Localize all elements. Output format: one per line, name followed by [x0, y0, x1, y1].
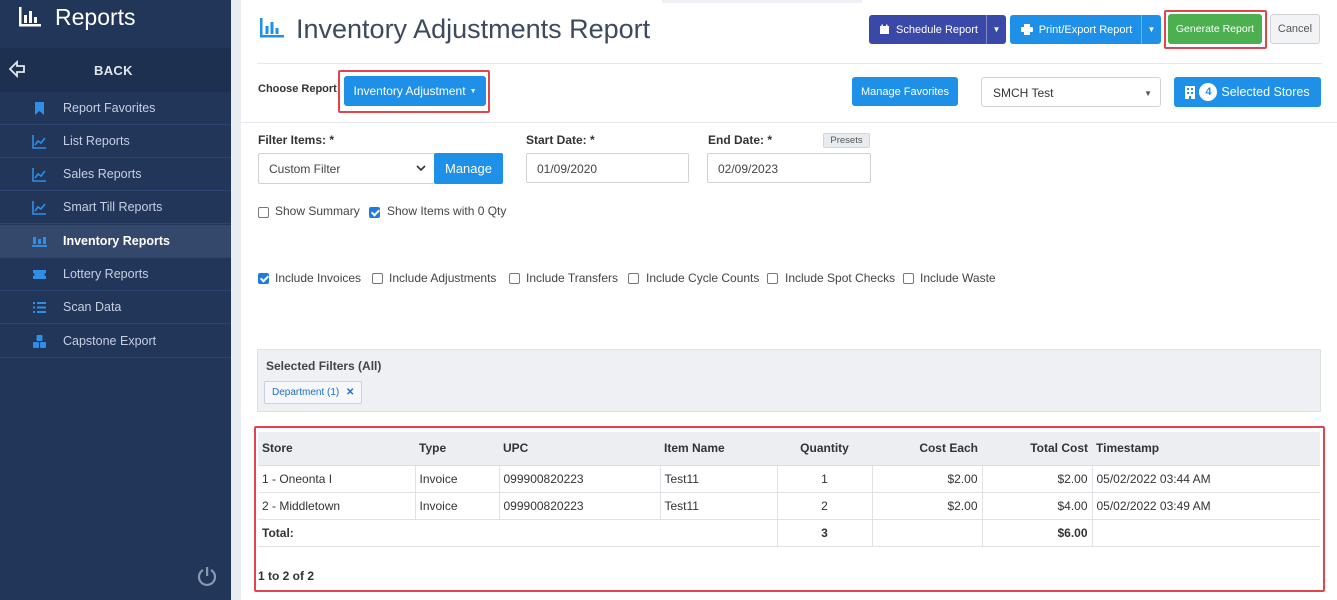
caret-down-icon: ▼ — [1144, 89, 1152, 98]
sidebar-edge — [231, 0, 241, 600]
start-date-input[interactable]: 01/09/2020 — [526, 153, 689, 183]
include-adjustments-checkbox[interactable] — [372, 273, 383, 284]
filter-items-label: Filter Items: * — [258, 133, 335, 147]
caret-down-icon: ▼ — [1147, 25, 1156, 34]
cubes-icon — [33, 335, 46, 348]
selected-filters-title: Selected Filters (All) — [266, 359, 382, 373]
power-icon[interactable] — [196, 565, 218, 587]
list-icon — [33, 302, 46, 313]
bar-chart-icon — [260, 18, 284, 38]
include-cycle-counts-checkbox[interactable] — [628, 273, 639, 284]
sidebar-item-inventory-reports[interactable]: Inventory Reports — [0, 225, 231, 258]
line-chart-icon — [32, 168, 46, 182]
filter-items-value: Custom Filter — [269, 162, 341, 176]
close-icon[interactable]: ✕ — [346, 387, 354, 398]
filter-chip-department[interactable]: Department (1) ✕ — [264, 381, 363, 404]
cancel-button[interactable]: Cancel — [1270, 14, 1320, 44]
show-summary-label: Show Summary — [275, 204, 360, 218]
highlight-results — [254, 426, 1325, 592]
selected-stores-label: Selected Stores — [1221, 85, 1310, 99]
divider — [241, 122, 1337, 123]
print-caret-button[interactable]: ▼ — [1141, 15, 1161, 44]
sidebar-item-sales-reports[interactable]: Sales Reports — [0, 158, 231, 191]
sidebar-header: Reports — [0, 0, 231, 48]
sidebar-title: Reports — [55, 4, 136, 30]
highlight-generate — [1164, 10, 1267, 49]
start-date-label: Start Date: * — [526, 133, 595, 147]
caret-down-icon: ▼ — [992, 25, 1001, 34]
include-transfers-checkbox[interactable] — [509, 273, 520, 284]
highlight-choose-report — [338, 70, 490, 113]
include-waste-label: Include Waste — [920, 271, 996, 285]
include-spot-checks-label: Include Spot Checks — [785, 271, 896, 285]
sidebar: Reports BACK Report Favorites List Repor… — [0, 0, 231, 600]
include-spot-checks-checkbox[interactable] — [767, 273, 778, 284]
selected-filters-panel: Selected Filters (All) Department (1) ✕ — [257, 349, 1321, 412]
line-chart-icon — [32, 135, 46, 149]
filter-items-select[interactable]: Custom Filter — [258, 153, 435, 184]
printer-icon — [1020, 24, 1033, 35]
show-zero-qty-checkbox[interactable] — [369, 207, 380, 218]
include-invoices-label: Include Invoices — [275, 271, 362, 285]
end-date-input[interactable]: 02/09/2023 — [707, 153, 871, 183]
store-select[interactable]: SMCH Test ▼ — [981, 77, 1161, 107]
arrow-left-icon — [8, 60, 25, 78]
sidebar-item-label: Inventory Reports — [63, 234, 170, 248]
bookmark-icon — [35, 102, 44, 115]
filter-chip-label: Department (1) — [272, 387, 340, 398]
sidebar-item-lottery-reports[interactable]: Lottery Reports — [0, 258, 231, 291]
include-adjustments-label: Include Adjustments — [389, 271, 497, 285]
sidebar-item-label: List Reports — [63, 134, 130, 148]
store-select-value: SMCH Test — [993, 86, 1054, 100]
back-button[interactable]: BACK — [0, 48, 231, 92]
include-cycle-counts-label: Include Cycle Counts — [646, 271, 760, 285]
pallet-icon — [32, 237, 47, 247]
schedule-report-button[interactable]: Schedule Report ▼ — [869, 15, 1006, 44]
include-waste-checkbox[interactable] — [903, 273, 914, 284]
ticket-icon — [33, 270, 46, 279]
choose-report-label: Choose Report — [258, 83, 337, 95]
bar-chart-icon — [19, 7, 41, 27]
sidebar-item-report-favorites[interactable]: Report Favorites — [0, 92, 231, 125]
manage-favorites-button[interactable]: Manage Favorites — [852, 77, 958, 106]
include-transfers-label: Include Transfers — [526, 271, 619, 285]
building-icon — [1185, 85, 1196, 99]
calendar-icon — [880, 24, 890, 34]
sidebar-item-label: Smart Till Reports — [63, 200, 163, 214]
divider — [257, 63, 1322, 64]
manage-filter-button[interactable]: Manage — [434, 153, 503, 184]
print-export-button[interactable]: Print/Export Report ▼ — [1010, 15, 1161, 44]
schedule-report-label: Schedule Report — [896, 23, 978, 36]
include-invoices-checkbox[interactable] — [258, 273, 269, 284]
chevron-down-icon — [416, 165, 426, 172]
sidebar-item-scan-data[interactable]: Scan Data — [0, 291, 231, 324]
presets-button[interactable]: Presets — [823, 133, 870, 148]
sidebar-item-label: Report Favorites — [63, 101, 156, 115]
sidebar-item-label: Scan Data — [63, 300, 122, 314]
sidebar-item-label: Lottery Reports — [63, 267, 149, 281]
sidebar-item-capstone-export[interactable]: Capstone Export — [0, 325, 231, 358]
line-chart-icon — [32, 201, 46, 215]
sidebar-item-label: Capstone Export — [63, 334, 157, 348]
back-label: BACK — [94, 63, 133, 78]
sidebar-item-label: Sales Reports — [63, 167, 142, 181]
page-title: Inventory Adjustments Report — [296, 14, 651, 44]
top-strip — [662, 0, 862, 3]
show-summary-checkbox[interactable] — [258, 207, 269, 218]
print-export-label: Print/Export Report — [1038, 23, 1133, 36]
selected-stores-button[interactable]: 4 Selected Stores — [1174, 77, 1321, 107]
sidebar-item-list-reports[interactable]: List Reports — [0, 125, 231, 158]
store-count-badge: 4 — [1199, 83, 1218, 101]
schedule-caret-button[interactable]: ▼ — [986, 15, 1006, 44]
end-date-label: End Date: * — [708, 133, 773, 147]
show-zero-qty-label: Show Items with 0 Qty — [387, 204, 507, 218]
sidebar-item-smart-till-reports[interactable]: Smart Till Reports — [0, 191, 231, 224]
